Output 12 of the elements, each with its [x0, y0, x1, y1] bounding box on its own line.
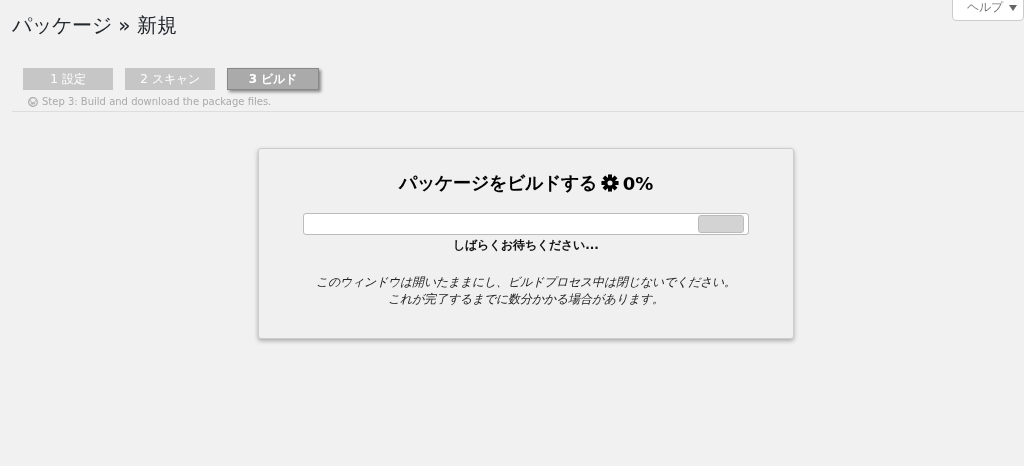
wait-message: しばらくお待ちください...	[453, 237, 599, 254]
page-title: パッケージ » 新規	[12, 12, 177, 39]
step-description: Step 3: Build and download the package files.	[42, 96, 272, 107]
caret-icon	[1009, 4, 1017, 11]
logo-icon	[28, 96, 38, 107]
notice-text: これが完了するまでに数分かかる場合があります。	[388, 291, 664, 308]
gear-icon	[600, 174, 619, 192]
notice-text: このウィンドウは開いたままにし、ビルドプロセス中は閉じないでください。	[316, 274, 736, 291]
step-tab[interactable]: 3 ビルド	[227, 68, 319, 90]
help-button[interactable]: ヘルプ	[952, 0, 1024, 21]
build-percent: 0%	[622, 172, 654, 194]
build-heading: パッケージをビルドする	[398, 171, 597, 195]
